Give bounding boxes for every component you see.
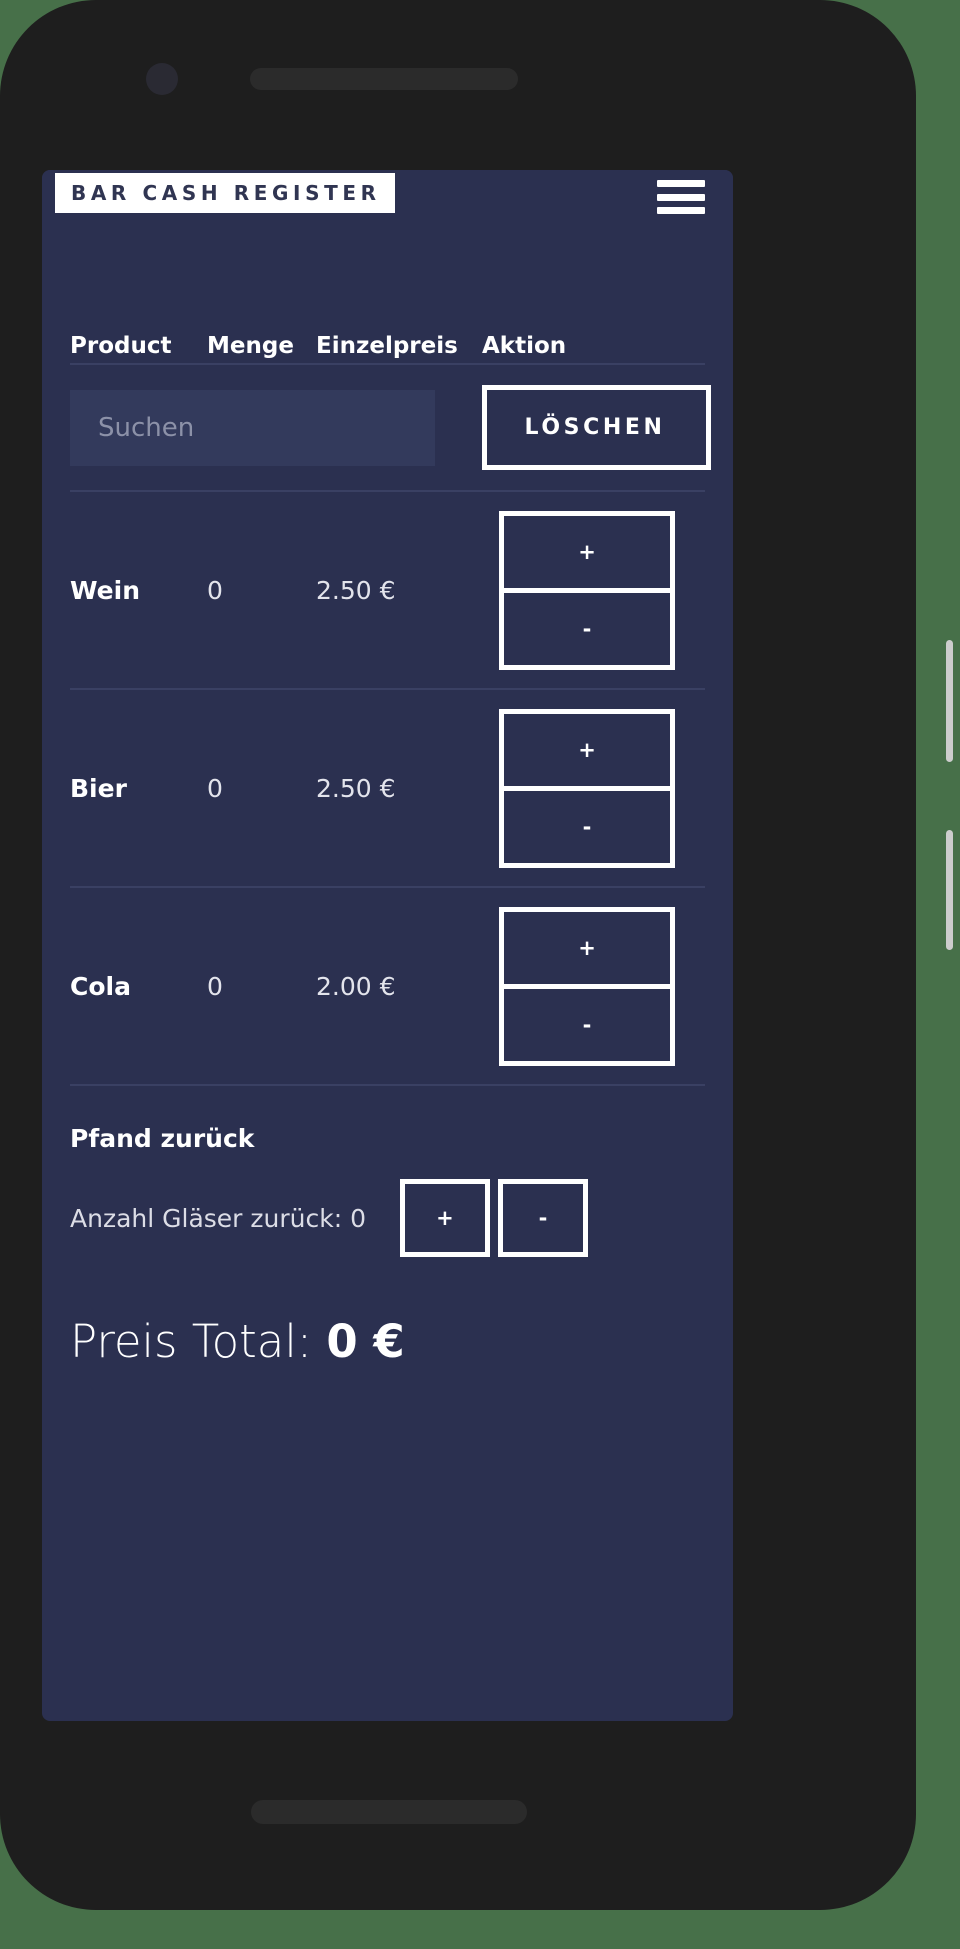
total-label: Preis Total:: [70, 1315, 327, 1368]
delete-button[interactable]: LÖSCHEN: [482, 385, 711, 470]
register-table: Product Menge Einzelpreis Aktion LÖSCHEN…: [42, 233, 733, 1084]
phone-screen: BAR CASH REGISTER Product Menge Einzelpr…: [42, 170, 733, 1721]
search-row: LÖSCHEN: [70, 363, 711, 490]
increment-button[interactable]: +: [504, 713, 670, 791]
product-actions: + -: [482, 708, 705, 868]
delete-cell: LÖSCHEN: [482, 385, 711, 470]
product-actions: + -: [482, 906, 705, 1066]
product-quantity: 0: [207, 773, 223, 803]
pfand-increment-button[interactable]: +: [399, 1179, 490, 1257]
quantity-stepper: + -: [499, 708, 675, 868]
column-header-aktion: Aktion: [482, 333, 567, 359]
table-row: Bier 0 2.50 € + -: [70, 688, 705, 886]
phone-frame: BAR CASH REGISTER Product Menge Einzelpr…: [0, 0, 916, 1910]
product-name: Bier: [70, 773, 127, 803]
pfand-count-label: Anzahl Gläser zurück: 0: [70, 1203, 366, 1233]
column-header-product: Product: [70, 333, 172, 359]
app-title: BAR CASH REGISTER: [71, 181, 381, 205]
earpiece-speaker: [250, 68, 518, 90]
app-header: BAR CASH REGISTER: [42, 170, 733, 233]
decrement-button[interactable]: -: [504, 790, 670, 863]
product-quantity: 0: [207, 575, 223, 605]
quantity-stepper: + -: [499, 906, 675, 1066]
column-header-einzelpreis: Einzelpreis: [316, 333, 458, 359]
hamburger-menu-icon[interactable]: [657, 180, 705, 214]
pfand-title: Pfand zurück: [70, 1124, 255, 1153]
menu-bar-middle: [657, 193, 705, 201]
column-header-menge: Menge: [207, 333, 294, 359]
table-header-row: Product Menge Einzelpreis Aktion: [70, 233, 705, 363]
table-row: Wein 0 2.50 € + -: [70, 490, 705, 688]
product-name: Cola: [70, 971, 131, 1001]
home-indicator-bar[interactable]: [251, 1800, 527, 1824]
menu-bar-top: [657, 180, 705, 187]
pfand-stepper: + -: [399, 1179, 588, 1257]
product-unit-price: 2.00 €: [316, 971, 396, 1001]
phone-volume-button[interactable]: [946, 640, 953, 762]
phone-power-button[interactable]: [946, 830, 953, 950]
app-title-plate: BAR CASH REGISTER: [55, 173, 395, 213]
search-cell: [70, 389, 482, 466]
total-section: Preis Total: 0 €: [70, 1315, 705, 1368]
increment-button[interactable]: +: [504, 911, 670, 989]
front-camera-icon: [146, 63, 178, 95]
product-name: Wein: [70, 575, 141, 605]
increment-button[interactable]: +: [504, 515, 670, 593]
search-input[interactable]: [70, 389, 435, 466]
total-value: 0 €: [326, 1315, 405, 1368]
pfand-decrement-button[interactable]: -: [497, 1179, 588, 1257]
pfand-section: Pfand zurück Anzahl Gläser zurück: 0 + -: [70, 1084, 705, 1257]
decrement-button[interactable]: -: [504, 592, 670, 665]
product-quantity: 0: [207, 971, 223, 1001]
product-actions: + -: [482, 510, 705, 670]
price-total: Preis Total: 0 €: [70, 1315, 705, 1368]
decrement-button[interactable]: -: [504, 988, 670, 1061]
quantity-stepper: + -: [499, 510, 675, 670]
table-row: Cola 0 2.00 € + -: [70, 886, 705, 1084]
pfand-control-row: Anzahl Gläser zurück: 0 + -: [70, 1179, 705, 1257]
product-unit-price: 2.50 €: [316, 773, 396, 803]
product-unit-price: 2.50 €: [316, 575, 396, 605]
menu-bar-bottom: [657, 207, 705, 214]
